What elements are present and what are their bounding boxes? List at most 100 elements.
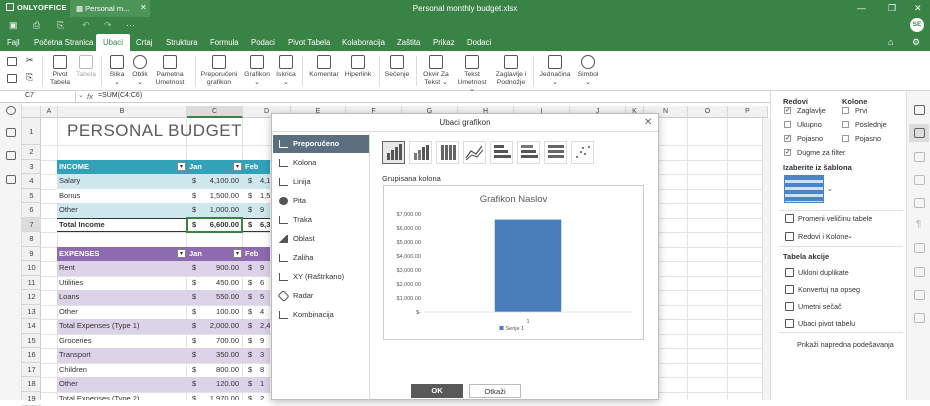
insert-slicer-button[interactable]: Umetni sečač	[798, 302, 842, 311]
column-header[interactable]: A	[41, 106, 58, 118]
rows-columns-dropdown[interactable]: Redovi i Kolone	[798, 232, 848, 241]
table-button[interactable]: Tabela	[75, 55, 97, 79]
text-art-settings-icon[interactable]	[914, 243, 925, 253]
sparkline-button[interactable]: Iskrica ⌄	[274, 55, 298, 86]
avatar[interactable]: SE	[910, 18, 924, 32]
paragraph-settings-icon[interactable]: ¶	[916, 219, 921, 230]
close-window-icon[interactable]: ✕	[914, 3, 922, 14]
chart-category-column[interactable]: Kolona	[273, 154, 369, 172]
tab-home[interactable]: Početna Stranica	[27, 34, 100, 51]
last-column-checkbox[interactable]	[842, 121, 849, 128]
insert-pivot-button[interactable]: Ubaci pivot tabelu	[798, 319, 855, 328]
print-icon[interactable]: ⎙	[33, 20, 40, 31]
row-header[interactable]: 18	[22, 377, 41, 392]
comments-icon[interactable]	[6, 128, 16, 137]
undo-icon[interactable]: ↶	[82, 20, 90, 31]
row-header[interactable]: 11	[22, 276, 41, 291]
name-box-dropdown-icon[interactable]: ⌄	[78, 91, 84, 99]
feedback-icon[interactable]	[6, 175, 16, 184]
chart-subtype-bar[interactable]	[490, 141, 513, 164]
table-settings-icon[interactable]	[914, 128, 925, 138]
save-icon[interactable]: ▣	[9, 20, 18, 31]
image-button[interactable]: Slika ⌄	[106, 55, 128, 86]
header-row-checkbox[interactable]: ✓	[784, 107, 791, 114]
chart-subtype-100-bar[interactable]	[544, 141, 567, 164]
chart-category-combo[interactable]: Kombinacija	[273, 306, 369, 324]
column-header[interactable]: C	[187, 106, 243, 118]
remove-duplicates-button[interactable]: Ukloni duplikate	[798, 268, 849, 277]
settings-icon[interactable]: ⚙	[912, 37, 920, 48]
tab-collaboration[interactable]: Kolaboracija	[335, 34, 392, 51]
tab-protection[interactable]: Zaštita	[390, 34, 427, 51]
tab-plugins[interactable]: Dodaci	[460, 34, 498, 51]
formula-input[interactable]: =SUM(C4:C6)	[98, 92, 142, 99]
chart-category-bar[interactable]: Traka	[273, 211, 369, 229]
column-header[interactable]: P	[728, 106, 768, 118]
filter-dropdown-icon[interactable]: ▾	[177, 162, 186, 171]
row-header[interactable]: 14	[22, 319, 41, 334]
chart-subtype-line[interactable]	[463, 141, 486, 164]
tab-view[interactable]: Prikaz	[426, 34, 462, 51]
banded-rows-checkbox[interactable]: ✓	[784, 135, 791, 142]
slicer-settings-icon[interactable]	[914, 267, 925, 277]
search-icon[interactable]	[6, 106, 16, 115]
function-icon[interactable]: fx	[87, 92, 93, 101]
spellcheck-icon[interactable]	[6, 151, 16, 160]
first-column-checkbox[interactable]	[842, 107, 849, 114]
row-header[interactable]: 9	[22, 247, 41, 262]
row-header[interactable]: 17	[22, 363, 41, 378]
chart-category-stock[interactable]: Zaliha	[273, 249, 369, 267]
quick-print-icon[interactable]: ⎘	[57, 20, 64, 31]
shape-settings-icon[interactable]	[914, 152, 925, 162]
column-header[interactable]: O	[688, 106, 728, 118]
more-icon[interactable]: ⋯	[126, 20, 135, 31]
chart-subtype-scatter[interactable]	[571, 141, 594, 164]
text-box-button[interactable]: Okvir Za Tekst ⌄	[420, 55, 452, 86]
pivot-table-button[interactable]: Pivot Tabela	[46, 55, 74, 86]
name-box[interactable]: C7	[22, 92, 76, 102]
row-header[interactable]: 13	[22, 305, 41, 320]
smartart-button[interactable]: Pametna Umetnost	[153, 55, 187, 86]
image-settings-icon[interactable]	[914, 175, 925, 185]
chart-subtype-clustered-column[interactable]	[382, 141, 405, 164]
chart-category-recommended[interactable]: Preporučeno	[273, 135, 369, 153]
minimize-icon[interactable]: —	[857, 3, 866, 13]
filter-dropdown-icon[interactable]: ▾	[177, 249, 186, 258]
row-header[interactable]: 16	[22, 348, 41, 363]
recommended-chart-button[interactable]: Preporučeni grafikon	[199, 55, 239, 86]
tab-layout[interactable]: Struktura	[159, 34, 205, 51]
header-footer-button[interactable]: Zaglavlje i Podnožje	[494, 55, 528, 86]
vertical-scrollbar[interactable]	[762, 118, 770, 400]
chart-category-line[interactable]: Linija	[273, 173, 369, 191]
chart-category-radar[interactable]: Radar	[273, 287, 369, 305]
hyperlink-button[interactable]: Hiperlink	[343, 55, 373, 79]
total-row-checkbox[interactable]	[784, 121, 791, 128]
row-header[interactable]: 3	[22, 160, 41, 175]
table-template-picker[interactable]	[784, 175, 824, 203]
ok-button[interactable]: OK	[411, 384, 463, 398]
chart-subtype-100-column[interactable]	[436, 141, 459, 164]
chart-category-area[interactable]: Oblast	[273, 230, 369, 248]
chart-subtype-stacked-column[interactable]	[409, 141, 432, 164]
paste-icon[interactable]	[7, 74, 17, 83]
close-tab-icon[interactable]: ✕	[140, 3, 147, 12]
row-header[interactable]: 12	[22, 290, 41, 305]
row-header[interactable]: 4	[22, 174, 41, 189]
symbol-button[interactable]: Simbol ⌄	[574, 55, 602, 86]
pivot-settings-icon[interactable]	[914, 313, 925, 323]
row-header[interactable]: 1	[22, 118, 41, 145]
text-art-button[interactable]: Tekst Umetnost ⌄	[454, 55, 490, 94]
cell-settings-icon[interactable]	[914, 105, 925, 115]
rows-columns-chevron-icon[interactable]: ⌄	[847, 231, 853, 240]
chart-category-pie[interactable]: Pita	[273, 192, 369, 210]
banded-columns-checkbox[interactable]	[842, 135, 849, 142]
filter-dropdown-icon[interactable]: ▾	[233, 162, 242, 171]
tab-insert[interactable]: Ubaci	[96, 34, 130, 51]
copy-icon[interactable]	[7, 57, 17, 66]
row-header[interactable]: 19	[22, 392, 41, 406]
chart-category-scatter[interactable]: XY (Raštrkano)	[273, 268, 369, 286]
equation-button[interactable]: Jednačina ⌄	[538, 55, 572, 86]
row-header[interactable]: 6	[22, 203, 41, 218]
template-dropdown-icon[interactable]: ⌄	[827, 185, 833, 193]
convert-to-range-button[interactable]: Konvertuj na opseg	[798, 285, 860, 294]
